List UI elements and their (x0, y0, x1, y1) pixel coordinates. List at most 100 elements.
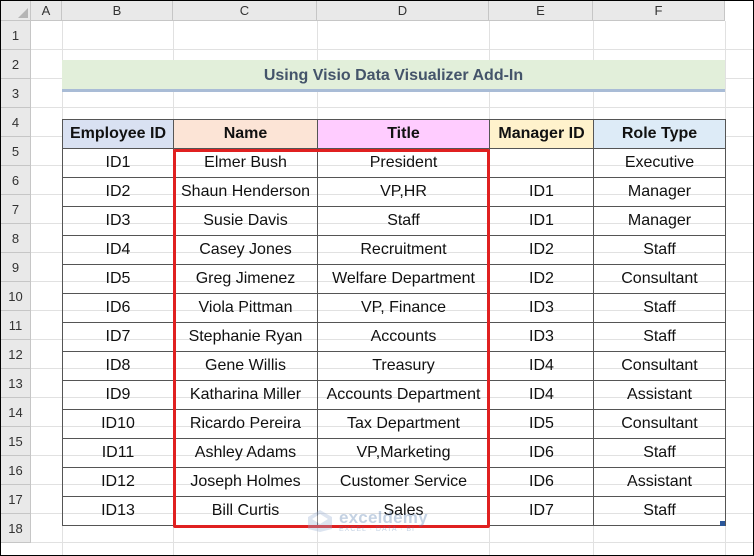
row-header-4[interactable]: 4 (1, 108, 31, 137)
table-cell[interactable]: ID3 (62, 206, 174, 236)
table-cell[interactable]: VP,HR (317, 177, 490, 207)
column-header-F[interactable]: F (593, 1, 725, 21)
table-cell[interactable]: Tax Department (317, 409, 490, 439)
table-cell[interactable]: ID8 (62, 351, 174, 381)
table-cell[interactable]: ID4 (489, 380, 594, 410)
table-cell[interactable]: ID6 (62, 293, 174, 323)
table-cell[interactable]: ID5 (489, 409, 594, 439)
table-cell[interactable]: Casey Jones (173, 235, 318, 265)
table-cell[interactable]: ID6 (489, 438, 594, 468)
table-cell[interactable]: Staff (593, 496, 726, 526)
table-cell[interactable]: Viola Pittman (173, 293, 318, 323)
table-cell[interactable]: Treasury (317, 351, 490, 381)
column-header-D[interactable]: D (317, 1, 489, 21)
table-cell[interactable]: Ricardo Pereira (173, 409, 318, 439)
table-cell[interactable]: Manager (593, 177, 726, 207)
row-header-15[interactable]: 15 (1, 427, 31, 456)
column-header-A[interactable]: A (31, 1, 62, 21)
table-cell[interactable]: Gene Willis (173, 351, 318, 381)
table-cell[interactable]: Ashley Adams (173, 438, 318, 468)
table-cell[interactable] (489, 148, 594, 178)
row-header-3[interactable]: 3 (1, 79, 31, 108)
table-cell[interactable]: ID4 (62, 235, 174, 265)
row-header-1[interactable]: 1 (1, 21, 31, 50)
table-row: ID10 Ricardo Pereira Tax Department ID5 Cons… (62, 409, 726, 439)
table-cell[interactable]: President (317, 148, 490, 178)
table-cell[interactable]: ID7 (62, 322, 174, 352)
table-cell[interactable]: Katharina Miller (173, 380, 318, 410)
selection-fill-handle[interactable] (720, 521, 725, 526)
row-header-18[interactable]: 18 (1, 514, 31, 543)
table-cell[interactable]: VP, Finance (317, 293, 490, 323)
row-header-7[interactable]: 7 (1, 195, 31, 224)
table-cell[interactable]: Joseph Holmes (173, 467, 318, 497)
table-cell[interactable]: VP,Marketing (317, 438, 490, 468)
table-cell[interactable]: Assistant (593, 467, 726, 497)
row-header-13[interactable]: 13 (1, 369, 31, 398)
table-cell[interactable]: ID12 (62, 467, 174, 497)
table-cell[interactable]: ID1 (489, 177, 594, 207)
table-cell[interactable]: Bill Curtis (173, 496, 318, 526)
table-cell[interactable]: ID6 (489, 467, 594, 497)
table-cell[interactable]: ID10 (62, 409, 174, 439)
column-header-B[interactable]: B (62, 1, 173, 21)
table-cell[interactable]: Manager (593, 206, 726, 236)
table-cell[interactable]: ID13 (62, 496, 174, 526)
row-header-12[interactable]: 12 (1, 340, 31, 369)
row-header-17[interactable]: 17 (1, 485, 31, 514)
header-cell[interactable]: Manager ID (489, 119, 594, 149)
table-cell[interactable]: Staff (593, 438, 726, 468)
header-cell[interactable]: Employee ID (62, 119, 174, 149)
table-cell[interactable]: Consultant (593, 264, 726, 294)
table-cell[interactable]: Consultant (593, 409, 726, 439)
table-cell[interactable]: ID1 (62, 148, 174, 178)
table-cell[interactable]: Staff (593, 293, 726, 323)
table-cell[interactable]: Staff (593, 235, 726, 265)
table-cell[interactable]: ID9 (62, 380, 174, 410)
table-cell[interactable]: Shaun Henderson (173, 177, 318, 207)
header-cell[interactable]: Name (173, 119, 318, 149)
table-cell[interactable]: Staff (317, 206, 490, 236)
table-cell[interactable]: Susie Davis (173, 206, 318, 236)
watermark-tagline: EXCEL · DATA · BI (339, 526, 415, 533)
table-cell[interactable]: Assistant (593, 380, 726, 410)
table-cell[interactable]: ID3 (489, 293, 594, 323)
table-cell[interactable]: Staff (593, 322, 726, 352)
sheet-title[interactable]: Using Visio Data Visualizer Add-In (62, 60, 725, 91)
table-cell[interactable]: Accounts Department (317, 380, 490, 410)
row-header-14[interactable]: 14 (1, 398, 31, 427)
column-header-E[interactable]: E (489, 1, 593, 21)
table-cell[interactable]: ID2 (62, 177, 174, 207)
table-cell[interactable]: ID1 (489, 206, 594, 236)
table-row: ID2 Shaun Henderson VP,HR ID1 Manager (62, 177, 726, 207)
table-cell[interactable]: Welfare Department (317, 264, 490, 294)
table-cell[interactable]: Recruitment (317, 235, 490, 265)
table-cell[interactable]: Elmer Bush (173, 148, 318, 178)
column-header-C[interactable]: C (173, 1, 317, 21)
table-cell[interactable]: Stephanie Ryan (173, 322, 318, 352)
table-cell[interactable]: Greg Jimenez (173, 264, 318, 294)
table-cell[interactable]: ID7 (489, 496, 594, 526)
row-header-11[interactable]: 11 (1, 311, 31, 340)
employee-table: Employee ID Name Title Manager ID Role Type … (62, 119, 726, 526)
row-header-9[interactable]: 9 (1, 253, 31, 282)
table-cell[interactable]: Executive (593, 148, 726, 178)
table-cell[interactable]: ID2 (489, 264, 594, 294)
table-cell[interactable]: ID2 (489, 235, 594, 265)
row-header-6[interactable]: 6 (1, 166, 31, 195)
row-header-5[interactable]: 5 (1, 137, 31, 166)
table-cell[interactable]: Accounts (317, 322, 490, 352)
row-header-16[interactable]: 16 (1, 456, 31, 485)
table-cell[interactable]: ID5 (62, 264, 174, 294)
table-cell[interactable]: ID4 (489, 351, 594, 381)
select-all-corner[interactable] (1, 1, 31, 21)
table-cell[interactable]: ID3 (489, 322, 594, 352)
header-cell[interactable]: Role Type (593, 119, 726, 149)
table-cell[interactable]: Customer Service (317, 467, 490, 497)
header-cell[interactable]: Title (317, 119, 490, 149)
row-header-10[interactable]: 10 (1, 282, 31, 311)
table-cell[interactable]: ID11 (62, 438, 174, 468)
table-cell[interactable]: Consultant (593, 351, 726, 381)
row-header-2[interactable]: 2 (1, 50, 31, 79)
row-header-8[interactable]: 8 (1, 224, 31, 253)
